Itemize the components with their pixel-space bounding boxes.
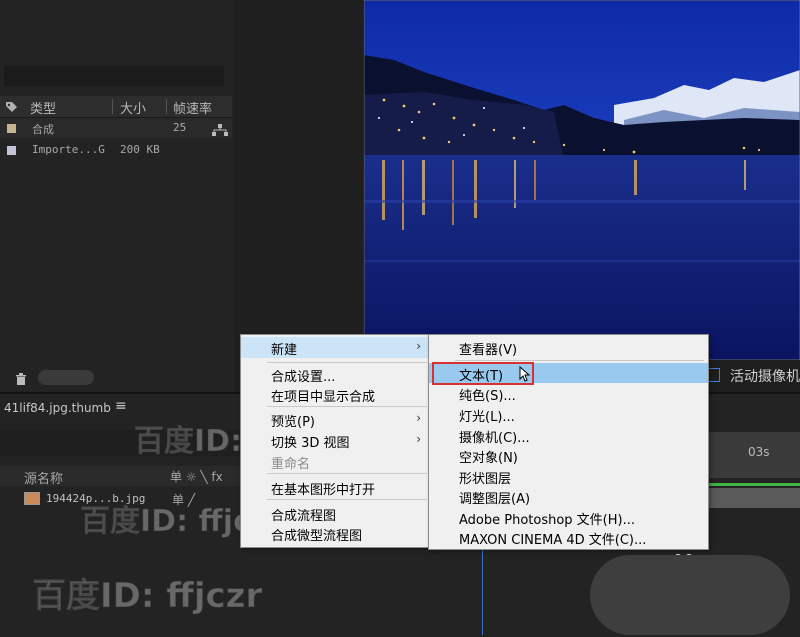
row-type: 合成 <box>32 123 54 136</box>
label-tag-icon[interactable] <box>5 99 17 112</box>
menu-item-switch-3d-view[interactable]: 切换 3D 视图 › <box>241 430 431 451</box>
submenu-item-camera[interactable]: 摄像机(C)... <box>429 425 708 446</box>
image-layer-icon <box>24 492 40 505</box>
menu-item-open-in-essential-graphics[interactable]: 在基本图形中打开 <box>241 477 431 498</box>
menu-divider <box>267 499 427 500</box>
label-swatch <box>7 146 16 155</box>
submenu-arrow-icon: › <box>416 339 421 353</box>
source-name-header[interactable]: 源名称 <box>24 468 63 487</box>
menu-item-new[interactable]: 新建 › <box>241 337 431 358</box>
watermark-text: 百度ID: ffjczr <box>31 576 263 617</box>
menu-item-comp-mini-flowchart[interactable]: 合成微型流程图 <box>241 523 431 544</box>
submenu-arrow-icon: › <box>416 411 421 425</box>
column-size[interactable]: 大小 <box>120 98 146 117</box>
menu-item-comp-flowchart[interactable]: 合成流程图 <box>241 503 431 524</box>
layer-switch-icons[interactable]: 单 ☼ ╲ fx <box>170 468 223 485</box>
submenu-item-light[interactable]: 灯光(L)... <box>429 404 708 425</box>
menu-divider <box>267 473 427 474</box>
layer-duration-bar[interactable] <box>708 488 800 508</box>
project-scrollbar[interactable] <box>38 370 94 385</box>
submenu-item-photoshop-file[interactable]: Adobe Photoshop 文件(H)... <box>429 507 708 528</box>
project-footer <box>0 366 234 390</box>
column-type[interactable]: 类型 <box>30 98 56 117</box>
row-size: 200 KB <box>120 143 160 156</box>
project-column-header: 类型 大小 帧速率 <box>0 96 232 118</box>
composition-viewer-image <box>364 0 800 360</box>
active-camera-label[interactable]: 活动摄像机 <box>730 366 800 386</box>
panel-menu-icon[interactable]: ≡ <box>115 398 127 414</box>
submenu-arrow-icon: › <box>416 432 421 446</box>
menu-divider <box>267 362 427 363</box>
menu-divider <box>267 406 427 407</box>
menu-divider <box>455 360 704 361</box>
label-swatch <box>7 124 16 133</box>
menu-item-comp-settings[interactable]: 合成设置... <box>241 364 431 385</box>
row-fps: 25 <box>173 121 187 134</box>
highlight-annotation-box <box>432 362 534 385</box>
timeline-tab[interactable]: 41lif84.jpg.thumb <box>4 401 111 415</box>
flowchart-icon[interactable] <box>212 122 228 141</box>
submenu-item-solid[interactable]: 纯色(S)... <box>429 383 708 404</box>
submenu-item-cinema4d-file[interactable]: MAXON CINEMA 4D 文件(C)... <box>429 527 708 548</box>
submenu-item-null-object[interactable]: 空对象(N) <box>429 445 708 466</box>
submenu-item-adjustment-layer[interactable]: 调整图层(A) <box>429 486 708 507</box>
menu-item-reveal-in-project[interactable]: 在项目中显示合成 <box>241 384 431 405</box>
submenu-item-viewer[interactable]: 查看器(V) <box>429 337 708 358</box>
submenu-item-shape-layer[interactable]: 形状图层 <box>429 466 708 487</box>
menu-item-preview[interactable]: 预览(P) › <box>241 409 431 430</box>
project-search-input[interactable] <box>4 66 224 86</box>
project-panel <box>0 0 234 392</box>
project-row[interactable]: Importe...G 200 KB <box>0 140 232 160</box>
work-area-bar[interactable] <box>708 483 800 486</box>
project-row[interactable]: 合成 25 <box>0 118 232 138</box>
menu-item-rename[interactable]: 重命名 <box>241 451 431 472</box>
row-type: Importe...G <box>32 143 105 156</box>
blurred-area <box>590 555 790 635</box>
context-menu: 新建 › 合成设置... 在项目中显示合成 预览(P) › 切换 3D 视图 ›… <box>240 334 432 548</box>
column-fps[interactable]: 帧速率 <box>173 98 212 117</box>
ruler-label-03s: 03s <box>748 445 770 459</box>
trash-icon[interactable] <box>14 371 28 390</box>
